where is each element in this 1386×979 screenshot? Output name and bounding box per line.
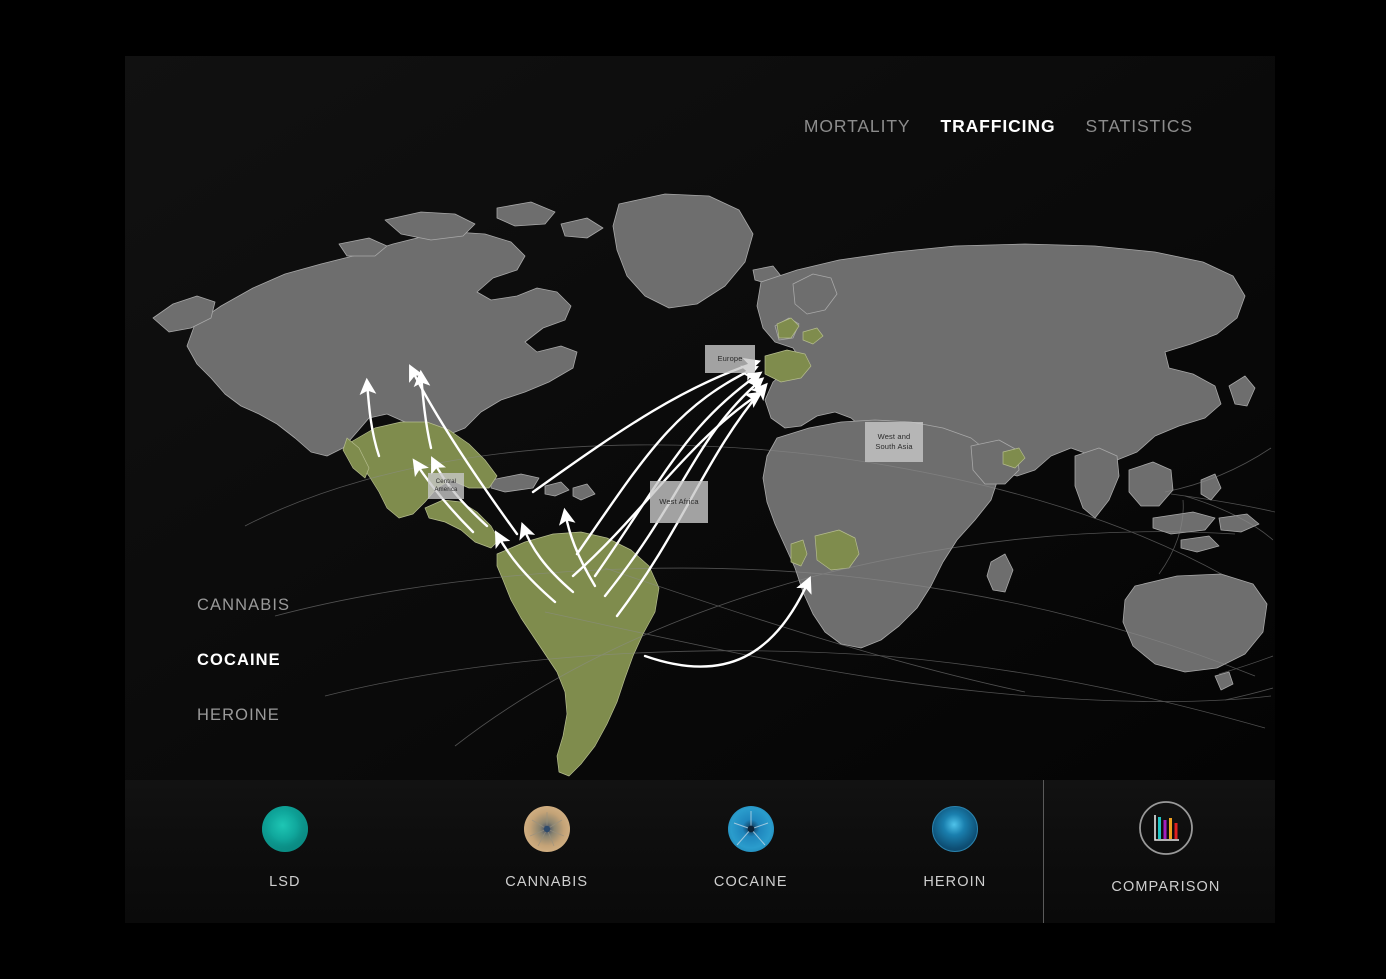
- map-label-central-america: Central America: [428, 473, 464, 499]
- bottom-item-lsd-label: LSD: [269, 874, 301, 890]
- world-map[interactable]: Europe West and South Asia West Africa C…: [125, 56, 1275, 780]
- lsd-molecule-orb-icon: [261, 806, 308, 852]
- drug-item-cannabis[interactable]: CANNABIS: [197, 596, 290, 615]
- bottom-item-cannabis[interactable]: CANNABIS: [445, 780, 649, 923]
- bottom-item-lsd[interactable]: LSD: [125, 780, 445, 923]
- bottom-bar-divider: [1043, 780, 1044, 923]
- heroin-molecule-orb-icon: [931, 806, 978, 852]
- cocaine-molecule-orb-icon: [727, 806, 774, 852]
- world-map-svg: [125, 56, 1275, 780]
- nav-item-statistics[interactable]: STATISTICS: [1085, 116, 1193, 137]
- map-label-europe-text: Europe: [717, 354, 743, 363]
- bottom-item-cocaine[interactable]: COCAINE: [649, 780, 853, 923]
- bottom-item-heroin-label: HEROIN: [923, 874, 987, 890]
- top-navigation: MORTALITY TRAFFICING STATISTICS: [804, 116, 1193, 137]
- map-label-central-america-text: Central America: [434, 479, 458, 493]
- map-label-west-and-south-asia-text: West and South Asia: [875, 432, 913, 451]
- drug-selector: CANNABIS COCAINE HEROINE: [197, 596, 290, 761]
- bottom-item-cannabis-label: CANNABIS: [505, 874, 589, 890]
- content-panel: Europe West and South Asia West Africa C…: [125, 56, 1275, 923]
- cannabis-molecule-orb-icon: [523, 806, 570, 852]
- cannabis-orb-rays-icon: [529, 812, 564, 847]
- nav-item-mortality[interactable]: MORTALITY: [804, 116, 911, 137]
- bar-chart-glyph-icon: [1139, 801, 1193, 855]
- bottom-item-heroin[interactable]: HEROIN: [853, 780, 1057, 923]
- cocaine-orb-rays-icon: [733, 811, 768, 846]
- map-label-west-africa-text: West Africa: [659, 497, 699, 506]
- app-root: Europe West and South Asia West Africa C…: [0, 0, 1386, 979]
- bar-chart-icon: [1137, 799, 1195, 857]
- drug-item-heroine[interactable]: HEROINE: [197, 706, 290, 725]
- drug-item-cocaine[interactable]: COCAINE: [197, 651, 290, 670]
- bottom-item-cocaine-label: COCAINE: [713, 874, 788, 890]
- map-label-europe: Europe: [705, 345, 755, 373]
- bottom-item-comparison[interactable]: COMPARISON: [1057, 780, 1275, 923]
- bottom-item-comparison-label: COMPARISON: [1111, 879, 1221, 895]
- bottom-drug-bar: LSD CANNABIS COCAINE HEROIN COMPARISON: [125, 780, 1275, 923]
- map-label-west-africa: West Africa: [650, 481, 708, 523]
- map-label-west-and-south-asia: West and South Asia: [865, 422, 923, 462]
- nav-item-trafficing[interactable]: TRAFFICING: [941, 116, 1056, 137]
